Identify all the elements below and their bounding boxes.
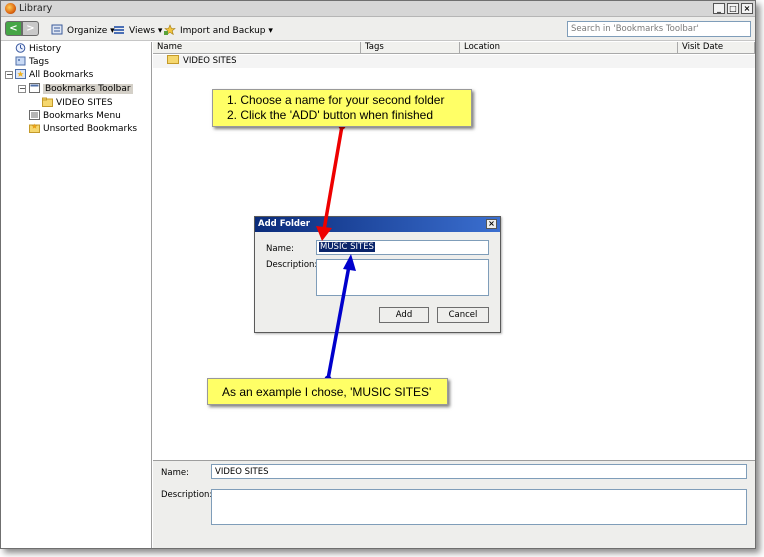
import-backup-label: Import and Backup ▾ bbox=[180, 26, 273, 36]
firefox-icon bbox=[5, 3, 16, 14]
sidebar-item-bookmarks-menu[interactable]: Bookmarks Menu bbox=[29, 110, 121, 122]
sidebar-item-bookmarks-toolbar[interactable]: Bookmarks Toolbar bbox=[29, 83, 133, 95]
forward-button[interactable]: > bbox=[22, 21, 39, 36]
star-icon bbox=[15, 69, 26, 79]
folder-icon bbox=[167, 55, 179, 64]
clock-icon bbox=[15, 43, 26, 53]
callout-step-1: 1. Choose a name for your second folder bbox=[227, 93, 445, 107]
menu-icon bbox=[29, 110, 40, 120]
title-bar: Library _ □ × bbox=[1, 1, 755, 17]
details-pane: Name: VIDEO SITES Description: bbox=[153, 460, 755, 548]
sidebar-item-all-bookmarks[interactable]: All Bookmarks bbox=[15, 69, 93, 81]
window-title: Library bbox=[19, 3, 53, 14]
import-icon bbox=[164, 24, 176, 36]
dialog-title: Add Folder × bbox=[255, 217, 500, 232]
views-menu[interactable]: Views ▾ bbox=[113, 24, 162, 36]
sidebar-item-label: Bookmarks Toolbar bbox=[43, 84, 133, 94]
add-button[interactable]: Add bbox=[379, 307, 429, 323]
toolbar: < > Organize ▾ Views ▾ Import and Backup… bbox=[1, 17, 755, 41]
folder-description-input[interactable] bbox=[316, 259, 489, 296]
maximize-button[interactable]: □ bbox=[727, 3, 739, 14]
example-callout: As an example I chose, 'MUSIC SITES' bbox=[207, 378, 448, 405]
table-row[interactable]: VIDEO SITES bbox=[153, 55, 755, 68]
row-name-cell: VIDEO SITES bbox=[167, 55, 237, 68]
organize-icon bbox=[51, 24, 63, 35]
dialog-title-text: Add Folder bbox=[258, 219, 310, 229]
instruction-callout: 1. Choose a name for your second folder … bbox=[212, 89, 472, 127]
views-label: Views ▾ bbox=[129, 26, 163, 36]
organize-label: Organize ▾ bbox=[67, 26, 115, 36]
sidebar-item-video-sites[interactable]: VIDEO SITES bbox=[42, 97, 113, 109]
sidebar: History Tags − All Bookmarks − Bookmarks… bbox=[1, 42, 152, 548]
column-header-location[interactable]: Location bbox=[460, 42, 678, 54]
organize-menu[interactable]: Organize ▾ bbox=[51, 24, 115, 36]
sidebar-item-tags[interactable]: Tags bbox=[15, 56, 49, 68]
details-description-label: Description: bbox=[161, 490, 213, 500]
import-backup-menu[interactable]: Import and Backup ▾ bbox=[164, 24, 273, 36]
column-header-name[interactable]: Name bbox=[153, 42, 361, 54]
callout-step-2: 2. Click the 'ADD' button when finished bbox=[227, 108, 434, 122]
row-name: VIDEO SITES bbox=[183, 56, 237, 66]
collapse-toggle[interactable]: − bbox=[5, 71, 13, 79]
minimize-button[interactable]: _ bbox=[713, 3, 725, 14]
sidebar-item-label: VIDEO SITES bbox=[56, 98, 113, 108]
dialog-close-button[interactable]: × bbox=[486, 219, 497, 229]
cancel-button[interactable]: Cancel bbox=[437, 307, 489, 323]
collapse-toggle[interactable]: − bbox=[18, 85, 26, 93]
toolbar-icon bbox=[29, 83, 40, 93]
details-name-field[interactable]: VIDEO SITES bbox=[211, 464, 747, 479]
dialog-name-label: Name: bbox=[266, 244, 294, 254]
views-icon bbox=[113, 24, 125, 35]
selected-text: MUSIC SITES bbox=[319, 242, 375, 252]
unsorted-icon bbox=[29, 123, 40, 133]
back-button[interactable]: < bbox=[5, 21, 22, 36]
sidebar-item-label: All Bookmarks bbox=[29, 70, 94, 80]
folder-icon bbox=[42, 97, 53, 107]
close-button[interactable]: × bbox=[741, 3, 753, 14]
column-header-visit-date[interactable]: Visit Date bbox=[678, 42, 755, 54]
tag-icon bbox=[15, 56, 26, 66]
callout-example: As an example I chose, 'MUSIC SITES' bbox=[222, 385, 432, 399]
sidebar-item-label: Unsorted Bookmarks bbox=[43, 124, 138, 134]
sidebar-item-label: Tags bbox=[29, 57, 49, 67]
folder-name-input[interactable]: MUSIC SITES bbox=[316, 240, 489, 255]
add-folder-dialog: Add Folder × Name: MUSIC SITES Descripti… bbox=[254, 216, 501, 333]
search-input[interactable]: Search in 'Bookmarks Toolbar' bbox=[567, 21, 751, 37]
sidebar-item-history[interactable]: History bbox=[15, 43, 61, 55]
details-name-label: Name: bbox=[161, 468, 189, 478]
sidebar-item-label: History bbox=[29, 44, 62, 54]
sidebar-item-unsorted-bookmarks[interactable]: Unsorted Bookmarks bbox=[29, 123, 137, 135]
column-header-tags[interactable]: Tags bbox=[361, 42, 460, 54]
details-description-field[interactable] bbox=[211, 489, 747, 525]
dialog-description-label: Description: bbox=[266, 260, 318, 270]
sidebar-item-label: Bookmarks Menu bbox=[43, 111, 121, 121]
